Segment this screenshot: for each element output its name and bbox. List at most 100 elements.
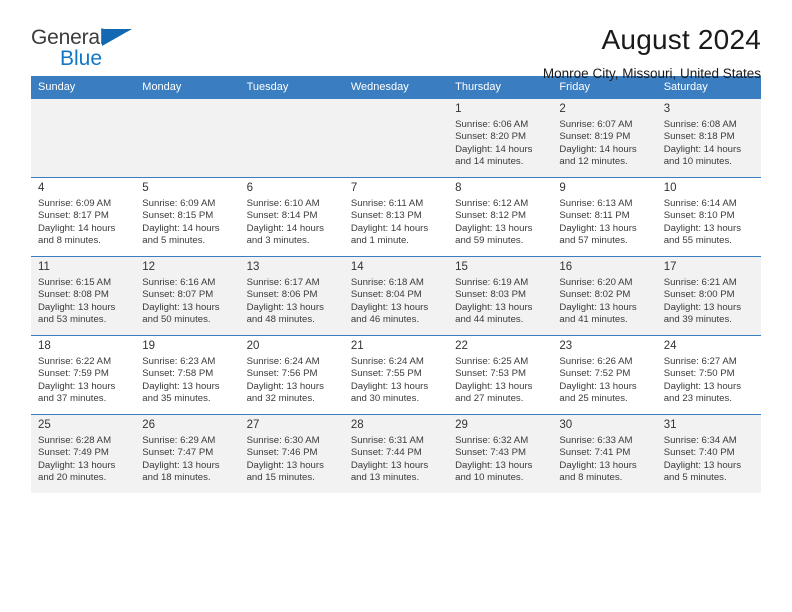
logo-text-bottom: Blue [60,47,103,70]
day-cell[interactable]: 28 Sunrise: 6:31 AM Sunset: 7:44 PM Dayl… [343,414,449,493]
day-cell[interactable]: 9 Sunrise: 6:13 AM Sunset: 8:11 PM Dayli… [552,177,657,257]
daylight-text-line1: Daylight: 13 hours [455,459,533,471]
sunset-text: Sunset: 7:59 PM [38,368,109,380]
day-cell[interactable]: 23 Sunrise: 6:26 AM Sunset: 7:52 PM Dayl… [552,335,657,415]
day-cell[interactable]: 7 Sunrise: 6:11 AM Sunset: 8:13 PM Dayli… [343,177,449,257]
sunset-text: Sunset: 7:52 PM [559,368,631,380]
daylight-text-line1: Daylight: 13 hours [663,459,742,471]
sunrise-text: Sunrise: 6:33 AM [559,435,633,446]
day-cell[interactable]: 30 Sunrise: 6:33 AM Sunset: 7:41 PM Dayl… [552,414,657,493]
day-details: Sunrise: 6:24 AM Sunset: 7:56 PM Dayligh… [247,356,338,405]
day-number: 2 [559,103,566,115]
logo-general-blue[interactable]: General Blue [31,22,151,72]
sunrise-text: Sunrise: 6:30 AM [246,435,320,446]
sunset-text: Sunset: 7:43 PM [455,447,527,459]
daylight-text-line2: and 30 minutes. [350,392,420,404]
sunset-text: Sunset: 7:49 PM [38,447,109,459]
daylight-text-line1: Daylight: 13 hours [559,459,637,471]
day-cell[interactable]: 25 Sunrise: 6:28 AM Sunset: 7:49 PM Dayl… [31,414,136,493]
day-details: Sunrise: 6:08 AM Sunset: 8:18 PM Dayligh… [664,119,755,168]
day-cell[interactable]: 17 Sunrise: 6:21 AM Sunset: 8:00 PM Dayl… [656,256,761,336]
weekday-header-thursday: Thursday [448,76,553,99]
page-title: August 2024 [601,24,761,55]
day-cell[interactable]: 10 Sunrise: 6:14 AM Sunset: 8:10 PM Dayl… [656,177,761,257]
day-cell[interactable]: 24 Sunrise: 6:27 AM Sunset: 7:50 PM Dayl… [656,335,761,415]
day-cell[interactable]: 4 Sunrise: 6:09 AM Sunset: 8:17 PM Dayli… [31,177,136,257]
daylight-text-line2: and 48 minutes. [246,313,315,325]
day-number: 8 [455,182,462,194]
day-number: 6 [246,182,253,194]
day-number: 31 [663,419,677,431]
daylight-text-line1: Daylight: 13 hours [38,301,116,313]
day-cell[interactable]: 15 Sunrise: 6:19 AM Sunset: 8:03 PM Dayl… [448,256,553,336]
daylight-text-line1: Daylight: 14 hours [350,222,429,234]
day-details: Sunrise: 6:34 AM Sunset: 7:40 PM Dayligh… [664,435,755,484]
daylight-text-line1: Daylight: 13 hours [455,301,533,313]
sunrise-text: Sunrise: 6:31 AM [350,435,424,446]
sunrise-text: Sunrise: 6:09 AM [142,198,216,209]
daylight-text-line2: and 18 minutes. [142,471,211,483]
day-cell[interactable]: 22 Sunrise: 6:25 AM Sunset: 7:53 PM Dayl… [448,335,553,415]
day-cell[interactable]: 5 Sunrise: 6:09 AM Sunset: 8:15 PM Dayli… [135,177,240,257]
day-number: 14 [350,261,364,273]
daylight-text-line1: Daylight: 13 hours [455,222,533,234]
day-cell[interactable]: 13 Sunrise: 6:17 AM Sunset: 8:06 PM Dayl… [239,256,344,336]
day-cell[interactable]: 1 Sunrise: 6:06 AM Sunset: 8:20 PM Dayli… [448,98,553,178]
calendar-week-4: 18 Sunrise: 6:22 AM Sunset: 7:59 PM Dayl… [31,335,761,415]
day-cell[interactable]: 14 Sunrise: 6:18 AM Sunset: 8:04 PM Dayl… [343,256,449,336]
day-number: 25 [38,419,51,431]
sunrise-text: Sunrise: 6:22 AM [38,356,112,367]
daylight-text-line1: Daylight: 13 hours [559,380,637,392]
day-number: 18 [38,340,51,352]
day-cell[interactable]: 8 Sunrise: 6:12 AM Sunset: 8:12 PM Dayli… [448,177,553,257]
sunrise-text: Sunrise: 6:09 AM [38,198,112,209]
day-details: Sunrise: 6:10 AM Sunset: 8:14 PM Dayligh… [247,198,338,247]
day-number: 27 [246,419,260,431]
daylight-text-line2: and 1 minute. [350,234,409,246]
sunset-text: Sunset: 7:55 PM [350,368,422,380]
day-cell[interactable]: 19 Sunrise: 6:23 AM Sunset: 7:58 PM Dayl… [135,335,240,415]
day-cell[interactable]: 2 Sunrise: 6:07 AM Sunset: 8:19 PM Dayli… [552,98,657,178]
day-details: Sunrise: 6:31 AM Sunset: 7:44 PM Dayligh… [351,435,442,484]
day-details: Sunrise: 6:21 AM Sunset: 8:00 PM Dayligh… [664,277,755,326]
sunset-text: Sunset: 8:03 PM [455,289,527,301]
day-cell[interactable]: 26 Sunrise: 6:29 AM Sunset: 7:47 PM Dayl… [135,414,240,493]
day-cell-empty [343,98,449,178]
day-number: 9 [559,182,566,194]
sunrise-text: Sunrise: 6:16 AM [142,277,216,288]
day-cell[interactable]: 27 Sunrise: 6:30 AM Sunset: 7:46 PM Dayl… [239,414,344,493]
sunrise-text: Sunrise: 6:24 AM [350,356,424,367]
day-cell[interactable]: 16 Sunrise: 6:20 AM Sunset: 8:02 PM Dayl… [552,256,657,336]
sunset-text: Sunset: 7:50 PM [663,368,735,380]
day-cell[interactable]: 12 Sunrise: 6:16 AM Sunset: 8:07 PM Dayl… [135,256,240,336]
day-cell[interactable]: 21 Sunrise: 6:24 AM Sunset: 7:55 PM Dayl… [343,335,449,415]
daylight-text-line1: Daylight: 13 hours [559,301,637,313]
day-cell[interactable]: 11 Sunrise: 6:15 AM Sunset: 8:08 PM Dayl… [31,256,136,336]
day-cell[interactable]: 3 Sunrise: 6:08 AM Sunset: 8:18 PM Dayli… [656,98,761,178]
sunrise-text: Sunrise: 6:21 AM [663,277,737,288]
day-cell[interactable]: 6 Sunrise: 6:10 AM Sunset: 8:14 PM Dayli… [239,177,344,257]
day-details: Sunrise: 6:16 AM Sunset: 8:07 PM Dayligh… [142,277,233,326]
day-details: Sunrise: 6:32 AM Sunset: 7:43 PM Dayligh… [455,435,546,484]
day-details: Sunrise: 6:09 AM Sunset: 8:15 PM Dayligh… [142,198,233,247]
sunrise-text: Sunrise: 6:19 AM [455,277,529,288]
sunrise-text: Sunrise: 6:18 AM [350,277,424,288]
day-cell[interactable]: 20 Sunrise: 6:24 AM Sunset: 7:56 PM Dayl… [239,335,344,415]
daylight-text-line2: and 5 minutes. [142,234,206,246]
daylight-text-line2: and 50 minutes. [142,313,211,325]
day-details: Sunrise: 6:18 AM Sunset: 8:04 PM Dayligh… [351,277,442,326]
daylight-text-line2: and 10 minutes. [455,471,524,483]
day-cell[interactable]: 31 Sunrise: 6:34 AM Sunset: 7:40 PM Dayl… [656,414,761,493]
daylight-text-line1: Daylight: 13 hours [663,222,742,234]
day-details: Sunrise: 6:12 AM Sunset: 8:12 PM Dayligh… [455,198,546,247]
daylight-text-line2: and 39 minutes. [663,313,732,325]
day-details: Sunrise: 6:19 AM Sunset: 8:03 PM Dayligh… [455,277,546,326]
day-cell[interactable]: 29 Sunrise: 6:32 AM Sunset: 7:43 PM Dayl… [448,414,553,493]
day-cell[interactable]: 18 Sunrise: 6:22 AM Sunset: 7:59 PM Dayl… [31,335,136,415]
sunrise-text: Sunrise: 6:14 AM [663,198,737,209]
sunset-text: Sunset: 7:56 PM [246,368,318,380]
day-details: Sunrise: 6:15 AM Sunset: 8:08 PM Dayligh… [38,277,129,326]
sunset-text: Sunset: 8:15 PM [142,210,214,222]
daylight-text-line1: Daylight: 14 hours [663,143,742,155]
daylight-text-line2: and 12 minutes. [559,155,628,167]
